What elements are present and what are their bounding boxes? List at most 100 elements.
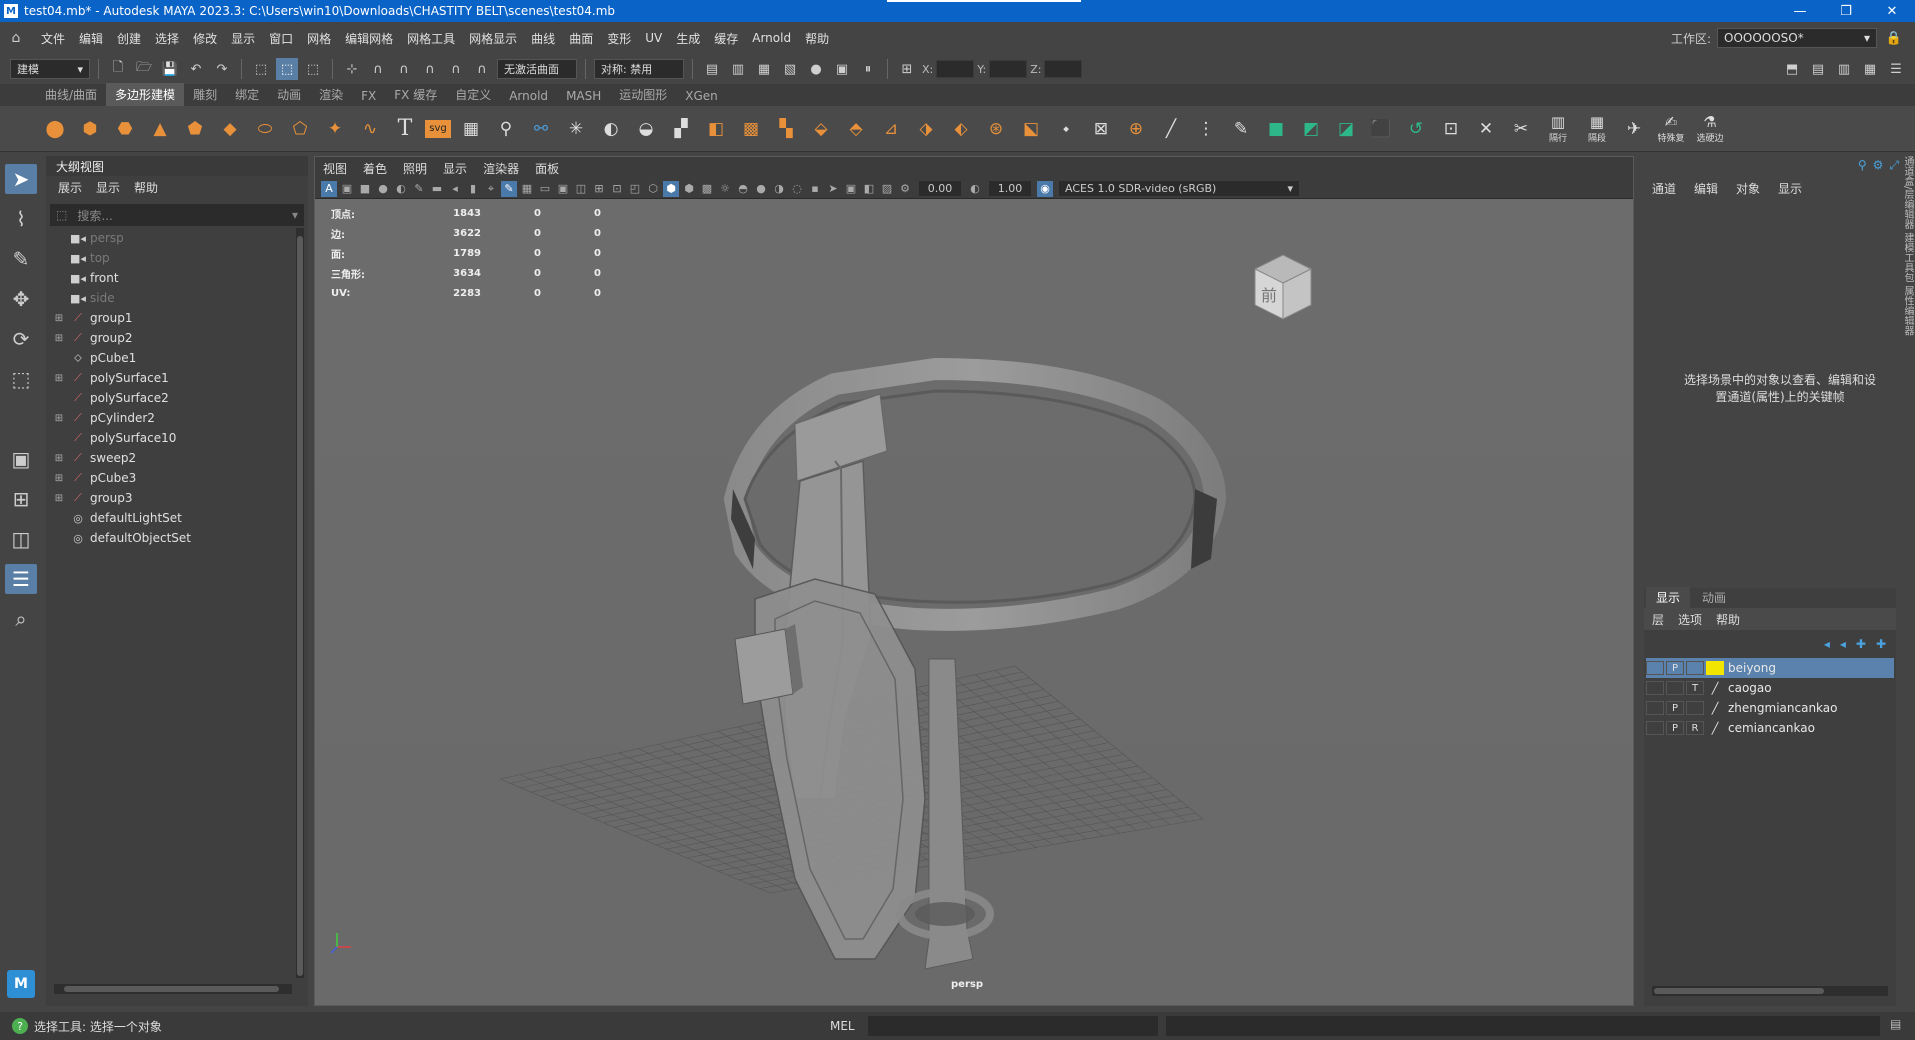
menu-create[interactable]: 创建 [110,30,148,47]
layer-tab-animation[interactable]: 动画 [1692,587,1736,608]
color-management-icon[interactable]: ◉ [1037,180,1053,197]
menu-generate[interactable]: 生成 [669,30,707,47]
layer-visibility-toggle[interactable] [1646,661,1664,675]
colorspace-dropdown[interactable]: ACES 1.0 SDR-video (sRGB) ▾ [1059,181,1299,196]
attribute-editor-icon[interactable]: ▤ [1807,58,1829,80]
xray-icon[interactable]: ▣ [843,181,859,197]
grid-icon[interactable]: ▦ [519,181,535,197]
viewport-menu-show[interactable]: 显示 [443,160,467,177]
gamma-field[interactable]: 1.00 [989,181,1031,196]
ipr-render-icon[interactable]: ▦ [753,58,775,80]
wedge-icon[interactable]: ⬖ [946,114,976,144]
menu-mesh-display[interactable]: 网格显示 [462,30,524,47]
layer-slash-icon[interactable]: ╱ [1706,721,1724,735]
poly-cube-icon[interactable]: ⬢ [75,114,105,144]
select-component-icon[interactable]: ⬚ [302,58,324,80]
channel-menu-channels[interactable]: 通道 [1652,180,1676,197]
shelf-tab-custom[interactable]: 自定义 [446,83,500,106]
outliner-item[interactable]: ◎ defaultLightSet [52,508,290,528]
rotate-tool-icon[interactable]: ⟳ [5,324,37,354]
super-shape-icon[interactable]: ✦ [320,114,350,144]
menu-uv[interactable]: UV [638,31,669,45]
2d-pan-icon[interactable]: ◐ [393,181,409,197]
safe-action-icon[interactable]: ⊡ [609,181,625,197]
single-perspective-icon[interactable]: ▣ [5,444,37,474]
camera-attributes-icon[interactable]: ▣ [339,181,355,197]
outliner-menu-display[interactable]: 显示 [96,179,120,196]
workspace-dropdown[interactable]: OOOOOOSO* ▾ [1717,28,1877,48]
menu-help[interactable]: 帮助 [798,30,836,47]
exposure-icon[interactable]: ⚙ [897,181,913,197]
minimize-button[interactable]: — [1777,0,1823,22]
select-object-icon[interactable]: ⬚ [276,58,298,80]
expand-icon[interactable]: ⊞ [52,313,66,324]
bookmark-flag-icon[interactable]: ▮ [465,181,481,197]
shelf-tab-sculpting[interactable]: 雕刻 [184,83,226,106]
mel-label[interactable]: MEL [830,1019,868,1033]
select-hierarchy-icon[interactable]: ⬚ [250,58,272,80]
layer-row[interactable]: T ╱ caogao [1646,678,1894,698]
close-button[interactable]: ✕ [1869,0,1915,22]
shelf-tab-rendering[interactable]: 渲染 [310,83,352,106]
outliner-item[interactable]: ⟋ polySurface10 [52,428,290,448]
channel-menu-object[interactable]: 对象 [1736,180,1760,197]
redo-icon[interactable]: ↷ [211,58,233,80]
layer-slash-icon[interactable]: ╱ [1706,701,1724,715]
circularize-icon[interactable]: ⊛ [981,114,1011,144]
menu-curves[interactable]: 曲线 [524,30,562,47]
poke-icon[interactable]: ⬗ [911,114,941,144]
menu-mesh[interactable]: 网格 [300,30,338,47]
render-settings-icon[interactable]: ▧ [779,58,801,80]
four-view-icon[interactable]: ⊞ [5,484,37,514]
poly-torus-icon[interactable]: ⬟ [180,114,210,144]
interleave-segments-button[interactable]: ▦ 隔段 [1580,113,1614,144]
expand-icon[interactable]: ⤢ [1889,158,1899,173]
restore-button[interactable]: ❐ [1823,0,1869,22]
belt-model[interactable] [723,357,1227,970]
view-cube[interactable]: 前 [1253,254,1313,320]
layer-playback-toggle[interactable]: P [1666,721,1684,735]
outliner-item[interactable]: ⊞ ⟋ group2 [52,328,290,348]
render-view-icon[interactable]: ▤ [701,58,723,80]
multi-cut-icon[interactable]: ⊿ [876,114,906,144]
triangulate-icon[interactable]: ⬛ [1366,114,1396,144]
lock-camera-icon[interactable]: ◂ [447,181,463,197]
maya-app-icon[interactable]: M [4,4,18,18]
filter-icon[interactable]: ⬚ [56,208,67,222]
shelf-tab-curves-surfaces[interactable]: 曲线/曲面 [36,83,106,106]
scrollbar-thumb[interactable] [1654,988,1824,994]
viewport-menu-view[interactable]: 视图 [323,160,347,177]
expand-icon[interactable]: ⊞ [52,493,66,504]
snap-grid-icon[interactable]: ⊹ [341,58,363,80]
menu-edit-mesh[interactable]: 编辑网格 [338,30,400,47]
menu-file[interactable]: 文件 [34,30,72,47]
settings-icon[interactable]: ⚙ [1873,158,1884,173]
smooth-shade-icon[interactable]: ⬢ [663,180,679,197]
symmetrize-icon[interactable]: ✕ [1471,114,1501,144]
fill-hole-icon[interactable]: ◧ [701,114,731,144]
bookmark-icon[interactable]: ■ [357,181,373,197]
edit-edge-flow-icon[interactable]: ╱ [1156,114,1186,144]
outliner-item[interactable]: ⟋ polySurface2 [52,388,290,408]
layer-hscrollbar[interactable] [1652,986,1888,996]
home-icon[interactable]: ⌂ [6,30,26,46]
cleanup-icon[interactable]: ◪ [1331,114,1361,144]
command-line-input[interactable] [868,1016,1158,1036]
gate-mask-icon[interactable]: ◫ [573,181,589,197]
camera-icon[interactable]: ▬ [429,181,445,197]
layer-menu-layers[interactable]: 层 [1652,611,1664,628]
outliner-hscrollbar[interactable] [54,984,292,994]
viewport-scene[interactable]: 顶点: 1843 0 0 边: 3622 0 0 面: 1789 0 0 三角形: 3634 0 0 UV: 22… [315,199,1633,1005]
outliner-item[interactable]: ⊞ ⟋ group3 [52,488,290,508]
film-gate-icon[interactable]: ▭ [537,181,553,197]
layer-display-type-toggle[interactable] [1686,701,1704,715]
viewport-menu-lighting[interactable]: 照明 [403,160,427,177]
poly-disc-icon[interactable]: ⬭ [250,114,280,144]
sweep-mesh-icon[interactable]: ∿ [355,114,385,144]
shelf-tab-mash[interactable]: MASH [557,86,610,106]
shelf-tab-rigging[interactable]: 绑定 [226,83,268,106]
depth-of-field-icon[interactable]: ▪ [807,181,823,197]
menu-select[interactable]: 选择 [148,30,186,47]
script-editor-icon[interactable]: ▤ [1890,1017,1908,1035]
shelf-tab-poly-modeling[interactable]: 多边形建模 [106,83,185,106]
